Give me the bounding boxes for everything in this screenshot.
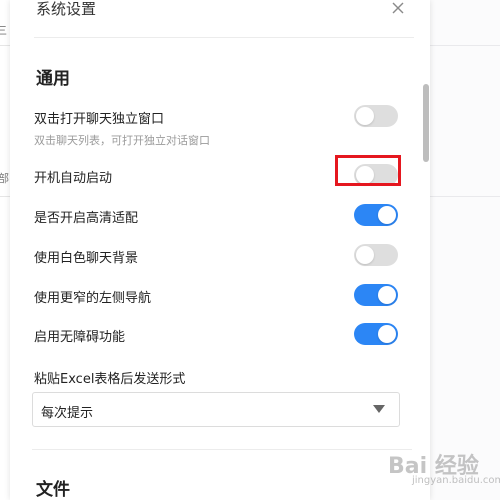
toggle-double-click-window[interactable]: [354, 105, 398, 127]
background-app-left: 三 部: [0, 0, 10, 500]
setting-desc-double-click-window: 双击聊天列表，可打开独立对话窗口: [34, 134, 210, 147]
watermark-url: jingyan.baidu.com: [412, 475, 500, 486]
toggle-knob: [378, 325, 396, 343]
watermark-logo: Bai 经验 jingyan.baidu.com: [382, 448, 500, 500]
section-title-file: 文件: [36, 480, 70, 500]
toggle-accessibility[interactable]: [354, 323, 398, 345]
setting-label-hd-adapt: 是否开启高清适配: [34, 211, 139, 226]
highlight-box: [335, 155, 401, 186]
toggle-hd-adapt[interactable]: [354, 204, 398, 226]
background-divider: [0, 45, 10, 46]
toggle-knob: [378, 206, 396, 224]
section-divider: [32, 449, 412, 450]
toggle-white-background[interactable]: [354, 244, 398, 266]
system-settings-dialog: 系统设置 通用 双击打开聊天独立窗口 双击聊天列表，可打开独立对话窗口 开机自动…: [10, 0, 430, 500]
setting-label-double-click-window: 双击打开聊天独立窗口: [34, 112, 165, 127]
paste-format-select[interactable]: 每次提示: [32, 392, 400, 427]
setting-label-white-background: 使用白色聊天背景: [34, 251, 139, 266]
setting-label-paste-format: 粘贴Excel表格后发送形式: [34, 372, 186, 387]
scrollbar-thumb[interactable]: [423, 84, 429, 162]
toggle-knob: [356, 246, 374, 264]
toggle-knob: [356, 107, 374, 125]
close-icon[interactable]: [390, 0, 406, 16]
background-text-fragment: 部: [0, 172, 9, 185]
background-app-right: [430, 0, 500, 500]
setting-label-accessibility: 启用无障碍功能: [34, 330, 126, 345]
toggle-knob: [378, 286, 396, 304]
background-divider: [430, 196, 500, 197]
setting-label-auto-start: 开机自动启动: [34, 171, 113, 186]
section-title-general: 通用: [36, 69, 70, 89]
background-divider: [430, 45, 500, 46]
setting-label-narrow-nav: 使用更窄的左侧导航: [34, 291, 152, 306]
background-text-fragment: 三: [0, 24, 7, 37]
header-divider: [34, 37, 414, 38]
background-divider: [0, 196, 10, 197]
paste-format-value: 每次提示: [41, 406, 94, 421]
dialog-title: 系统设置: [36, 0, 97, 18]
toggle-narrow-nav[interactable]: [354, 284, 398, 306]
caret-down-icon: [373, 405, 385, 413]
